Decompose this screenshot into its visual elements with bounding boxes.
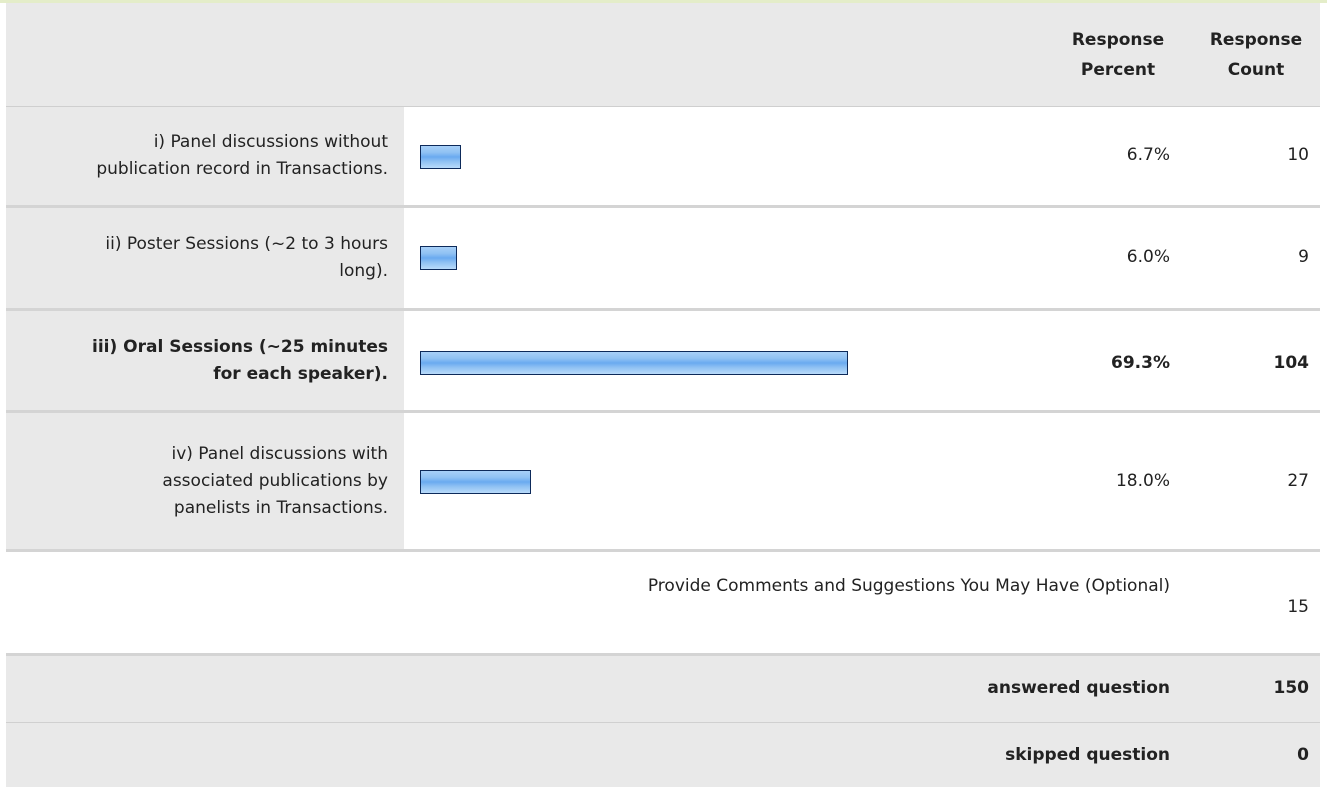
response-bar [420, 145, 461, 169]
response-percent: 18.0% [1115, 471, 1170, 491]
response-count: 104 [1273, 353, 1310, 373]
answered-question-count: 150 [1273, 678, 1310, 698]
skipped-question-count: 0 [1297, 745, 1309, 765]
response-count-header: Response Count [1209, 30, 1303, 80]
response-count: 10 [1287, 145, 1309, 165]
response-percent-header: Response Percent [1071, 30, 1165, 80]
response-bar [420, 470, 531, 494]
answer-option-label: ii) Poster Sessions (~2 to 3 hours long)… [6, 208, 404, 308]
answered-question-label: answered question [987, 678, 1170, 698]
divider [6, 549, 1320, 552]
answer-option-label: i) Panel discussions without publication… [6, 107, 404, 205]
answer-option-label: iii) Oral Sessions (~25 minutes for each… [6, 311, 404, 410]
response-bar [420, 246, 457, 270]
response-percent: 6.0% [1126, 247, 1170, 267]
skipped-question-label: skipped question [1005, 745, 1170, 765]
response-percent: 6.7% [1126, 145, 1170, 165]
response-count: 27 [1287, 471, 1309, 491]
comments-label: Provide Comments and Suggestions You May… [647, 576, 1170, 596]
response-count: 9 [1298, 247, 1309, 267]
answer-option-label: iv) Panel discussions with associated pu… [6, 413, 404, 549]
response-percent: 69.3% [1111, 353, 1170, 373]
response-bar [420, 351, 848, 375]
comments-count: 15 [1287, 597, 1309, 617]
